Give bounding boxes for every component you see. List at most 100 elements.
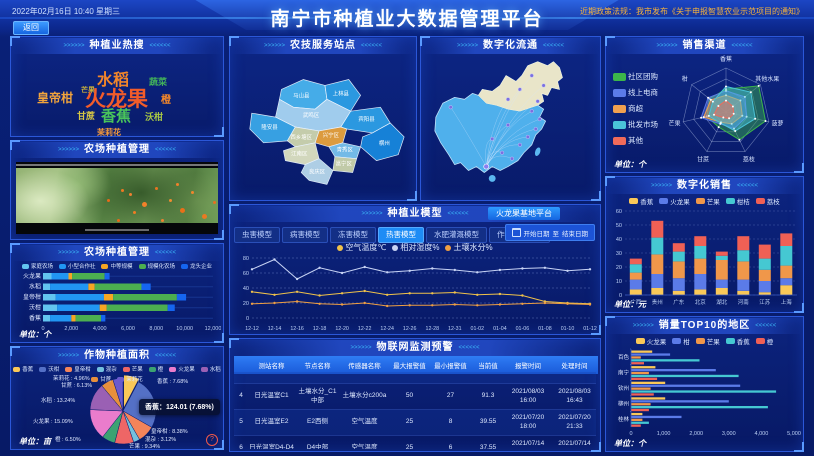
bar-segment[interactable] bbox=[630, 259, 642, 265]
bar[interactable] bbox=[631, 388, 651, 390]
bar-segment[interactable] bbox=[737, 250, 749, 261]
bar-segment[interactable] bbox=[50, 284, 88, 291]
legend-item[interactable]: 相对湿度% bbox=[392, 242, 439, 253]
date-start-label[interactable]: 开始日期 bbox=[524, 228, 550, 238]
bar[interactable] bbox=[631, 362, 644, 364]
date-end-label[interactable]: 结束日期 bbox=[562, 228, 588, 238]
bar[interactable] bbox=[631, 356, 641, 358]
bar-segment[interactable] bbox=[694, 259, 706, 274]
legend-item[interactable]: 火龙果 bbox=[659, 196, 690, 206]
bar-segment[interactable] bbox=[673, 278, 685, 291]
bar[interactable] bbox=[631, 390, 776, 392]
date-range-picker[interactable]: 开始日期 至 结束日期 bbox=[505, 224, 596, 241]
bar[interactable] bbox=[631, 369, 716, 371]
bar-segment[interactable] bbox=[780, 285, 792, 295]
model-tab[interactable]: 病害模型 bbox=[282, 227, 328, 243]
hot-search-word[interactable]: 甘蔗 bbox=[77, 109, 95, 122]
bar-segment[interactable] bbox=[737, 236, 749, 250]
bar-segment[interactable] bbox=[76, 315, 102, 322]
bar[interactable] bbox=[631, 359, 700, 361]
legend-item[interactable]: 沃柑 bbox=[39, 365, 59, 373]
bar-segment[interactable] bbox=[95, 284, 142, 291]
legend-item[interactable]: 中等规模 bbox=[101, 262, 132, 270]
bar-segment[interactable] bbox=[780, 233, 792, 246]
bar-segment[interactable] bbox=[101, 315, 105, 322]
legend-item[interactable]: 荔枝 bbox=[756, 196, 780, 206]
bar[interactable] bbox=[631, 416, 682, 418]
bar[interactable] bbox=[631, 409, 649, 411]
base-platform-button[interactable]: 火龙果基地平台 bbox=[488, 207, 560, 220]
bar[interactable] bbox=[631, 378, 657, 380]
bar[interactable] bbox=[631, 397, 665, 399]
hot-search-word[interactable]: 皇帝柑 bbox=[37, 89, 73, 106]
bar-segment[interactable] bbox=[759, 281, 771, 292]
bar-segment[interactable] bbox=[737, 291, 749, 295]
bar-segment[interactable] bbox=[716, 256, 728, 260]
bar[interactable] bbox=[631, 413, 642, 415]
bar-segment[interactable] bbox=[43, 305, 57, 312]
bar-segment[interactable] bbox=[651, 254, 663, 274]
table-row[interactable]: 3房测试D冰温度空气温度1965.9115:0016:43 bbox=[234, 372, 596, 384]
bar[interactable] bbox=[631, 375, 739, 377]
bar[interactable] bbox=[631, 425, 641, 427]
legend-item[interactable]: 柑 bbox=[672, 336, 690, 346]
legend-item[interactable]: 香蕉 bbox=[13, 365, 33, 373]
bar-segment[interactable] bbox=[716, 260, 728, 280]
farm-video-player[interactable] bbox=[16, 162, 218, 234]
bar-segment[interactable] bbox=[168, 305, 175, 312]
bar-segment[interactable] bbox=[630, 289, 642, 295]
legend-item[interactable]: 火龙果 bbox=[169, 365, 195, 373]
hot-search-word[interactable]: 蔬菜 bbox=[149, 75, 167, 88]
bar-segment[interactable] bbox=[43, 315, 50, 322]
iot-table-body[interactable]: 3房测试D冰温度空气温度1965.9115:0016:434日光温室C1土壤水分… bbox=[234, 372, 596, 449]
bar-segment[interactable] bbox=[105, 273, 110, 280]
legend-item[interactable]: 甘蔗 bbox=[91, 375, 111, 383]
bar-segment[interactable] bbox=[52, 273, 69, 280]
legend-item[interactable]: 芒果 bbox=[123, 365, 143, 373]
legend-item[interactable]: 橙 bbox=[149, 365, 164, 373]
bar-segment[interactable] bbox=[113, 294, 177, 301]
bar[interactable] bbox=[631, 403, 651, 405]
table-row[interactable]: 5日光温室E2E2西侧空气温度25839.552021/07/2018:0020… bbox=[234, 410, 596, 436]
bar-segment[interactable] bbox=[630, 280, 642, 290]
bar-segment[interactable] bbox=[673, 252, 685, 262]
legend-item[interactable]: 火龙果 bbox=[636, 336, 667, 346]
legend-item[interactable]: 橙 bbox=[756, 336, 774, 346]
bar-segment[interactable] bbox=[673, 291, 685, 295]
bar-segment[interactable] bbox=[780, 246, 792, 266]
model-tab[interactable]: 热害模型 bbox=[378, 227, 424, 243]
bar-segment[interactable] bbox=[694, 236, 706, 246]
bar-segment[interactable] bbox=[780, 266, 792, 279]
bar-segment[interactable] bbox=[50, 315, 71, 322]
legend-item[interactable]: 土壤水分% bbox=[445, 242, 492, 253]
bar[interactable] bbox=[631, 372, 649, 374]
bar-segment[interactable] bbox=[759, 292, 771, 295]
legend-item[interactable]: 香蕉 bbox=[629, 196, 653, 206]
bar-segment[interactable] bbox=[88, 284, 94, 291]
bar-segment[interactable] bbox=[759, 259, 771, 270]
legend-item[interactable]: 芒果 bbox=[696, 196, 720, 206]
bar-segment[interactable] bbox=[43, 284, 50, 291]
bar-segment[interactable] bbox=[716, 288, 728, 295]
bar-segment[interactable] bbox=[43, 273, 52, 280]
legend-item[interactable]: 水稻 bbox=[201, 365, 221, 373]
bar-segment[interactable] bbox=[56, 294, 104, 301]
bar-segment[interactable] bbox=[107, 305, 168, 312]
table-row[interactable]: 6日光温室D4-D4D4中部空气温度25637.552021/07/1416:0… bbox=[234, 436, 596, 450]
legend-item[interactable]: 芒果 bbox=[696, 336, 720, 346]
bar-segment[interactable] bbox=[737, 280, 749, 291]
legend-item[interactable]: 小型合作社 bbox=[59, 262, 96, 270]
hot-search-word[interactable]: 香蕉 bbox=[101, 105, 131, 126]
bar-segment[interactable] bbox=[630, 264, 642, 272]
hot-search-word[interactable]: 茉莉花 bbox=[97, 127, 121, 138]
bar-segment[interactable] bbox=[72, 273, 105, 280]
bar[interactable] bbox=[631, 385, 740, 387]
bar-segment[interactable] bbox=[651, 238, 663, 255]
help-icon[interactable]: ? bbox=[206, 434, 218, 446]
legend-item[interactable]: 空气温度℃ bbox=[337, 242, 386, 253]
bar-segment[interactable] bbox=[651, 288, 663, 295]
bar[interactable] bbox=[631, 366, 655, 368]
legend-item[interactable]: 茉莉花 bbox=[117, 375, 143, 383]
bar-segment[interactable] bbox=[716, 252, 728, 256]
bar[interactable] bbox=[631, 353, 670, 355]
